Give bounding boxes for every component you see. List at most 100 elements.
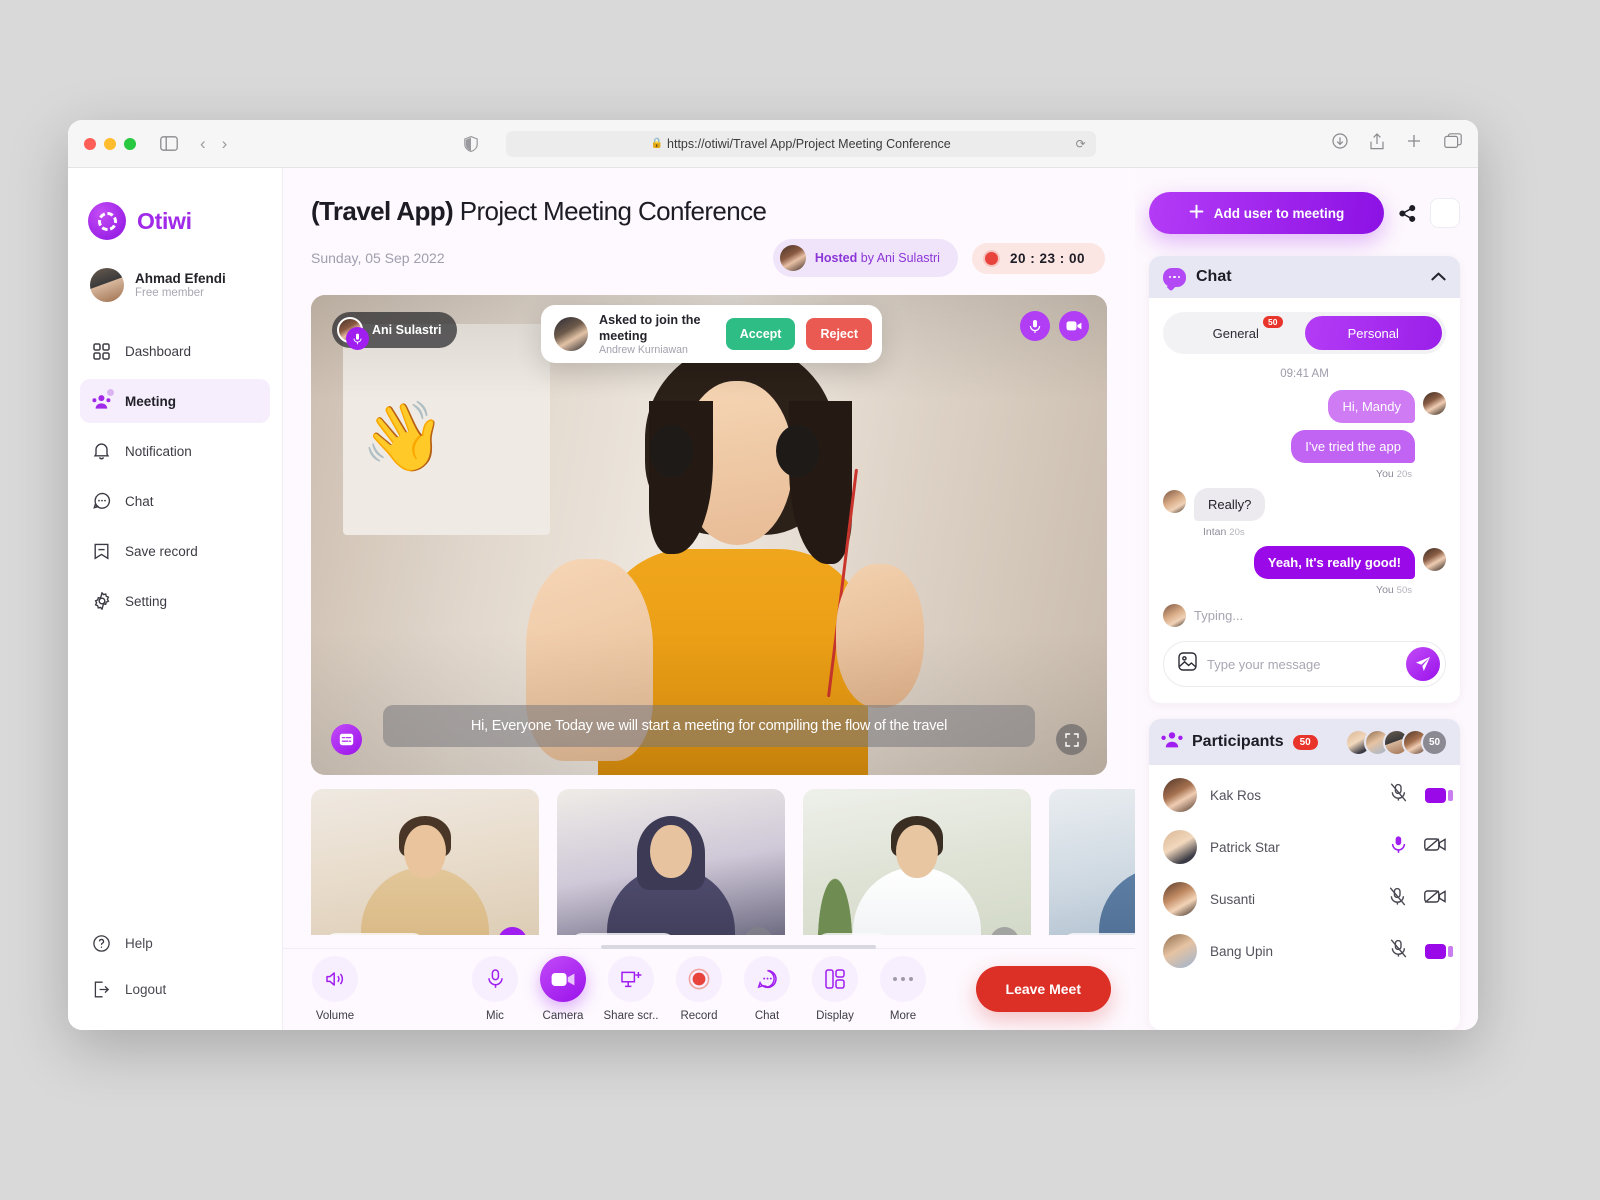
leave-meet-button[interactable]: Leave Meet — [975, 966, 1111, 1013]
toolbar-button-share-screen[interactable]: Share scr.. — [597, 956, 665, 1022]
window-traffic-lights[interactable] — [84, 137, 136, 150]
sidebar-item-meeting[interactable]: Meeting — [80, 379, 270, 423]
add-user-label: Add user to meeting — [1213, 205, 1345, 221]
meeting-date: Sunday, 05 Sep 2022 — [311, 250, 445, 266]
sidebar-item-notification[interactable]: Notification — [80, 429, 270, 473]
address-bar[interactable]: 🔒 https://otiwi/Travel App/Project Meeti… — [505, 130, 1096, 157]
fullscreen-icon[interactable] — [1056, 724, 1087, 755]
record-icon — [982, 249, 1000, 267]
reject-button[interactable]: Reject — [806, 318, 872, 350]
toolbar-button-mic[interactable]: Mic — [461, 956, 529, 1022]
chat-panel: Chat General 50 Personal 09:41 AM Hi, Ma… — [1149, 256, 1460, 703]
share-icon[interactable] — [1370, 132, 1384, 155]
thumbnail-name-chip: Hani Alfiyan — [571, 933, 676, 935]
toolbar-button-display[interactable]: Display — [801, 956, 869, 1022]
download-icon[interactable] — [1332, 133, 1348, 154]
add-user-button[interactable]: Add user to meeting — [1149, 192, 1384, 234]
sidebar-item-label: Logout — [125, 981, 167, 997]
brand-name: Otiwi — [137, 207, 192, 234]
toolbar-label: Share scr.. — [603, 1010, 659, 1023]
tab-general[interactable]: General 50 — [1167, 316, 1305, 350]
sidebar-item-chat[interactable]: Chat — [80, 479, 270, 523]
chat-input[interactable] — [1207, 656, 1396, 672]
sidebar-item-save-record[interactable]: Save record — [80, 529, 270, 573]
live-caption: Hi, Everyone Today we will start a meeti… — [383, 705, 1035, 747]
sidebar-toggle-icon[interactable] — [160, 136, 178, 151]
share-nodes-icon[interactable] — [1396, 204, 1418, 222]
main-video-tile[interactable]: 👋 Ani Sulastri Asked to join the meeting… — [311, 295, 1107, 775]
toolbar-button-camera[interactable]: Camera — [529, 956, 597, 1022]
chat-tabs: General 50 Personal — [1163, 312, 1446, 354]
image-icon[interactable] — [1178, 652, 1197, 676]
shield-icon[interactable] — [463, 135, 478, 152]
thumbnail-tile[interactable]: Hani Alfiyan — [557, 789, 785, 935]
sidebar-item-help[interactable]: Help — [80, 923, 270, 963]
minimize-window-button[interactable] — [104, 137, 116, 150]
thumbnail-tile[interactable]: Jamet — [803, 789, 1031, 935]
sidebar-item-dashboard[interactable]: Dashboard — [80, 329, 270, 373]
participants-count-badge: 50 — [1292, 734, 1318, 750]
typing-text: Typing... — [1194, 608, 1244, 623]
toolbar-button-volume[interactable]: Volume — [301, 956, 369, 1022]
toolbar-label: Volume — [315, 1010, 355, 1023]
plus-icon[interactable] — [1406, 133, 1422, 154]
thumbnails-scrollbar-thumb[interactable] — [601, 944, 876, 949]
tab-personal[interactable]: Personal — [1304, 316, 1442, 350]
screen-share-icon — [608, 956, 654, 1003]
microphone-muted-icon[interactable] — [990, 927, 1019, 935]
send-button[interactable] — [1406, 647, 1440, 681]
microphone-icon[interactable] — [1391, 835, 1406, 859]
chat-composer[interactable] — [1163, 641, 1446, 687]
video-camera-icon — [540, 956, 586, 1003]
video-camera-off-icon[interactable] — [1424, 888, 1446, 910]
microphone-icon[interactable] — [1020, 311, 1050, 341]
microphone-muted-icon[interactable] — [744, 927, 773, 935]
thumbnail-tile[interactable]: Joko Panci — [311, 789, 539, 935]
nav-arrows[interactable]: ‹ › — [200, 134, 227, 154]
thumbnail-tile[interactable]: James... — [1049, 789, 1135, 935]
right-panel: Add user to meeting ellipsis-icon Chat — [1135, 168, 1478, 1030]
maximize-window-button[interactable] — [124, 137, 136, 150]
video-camera-icon[interactable] — [1425, 787, 1453, 803]
chat-bubble: I've tried the app — [1291, 430, 1415, 463]
captions-toggle-icon[interactable] — [331, 724, 362, 755]
chevron-up-icon[interactable] — [1431, 270, 1446, 284]
toolbar-label: Chat — [754, 1010, 780, 1023]
microphone-muted-icon[interactable] — [1389, 887, 1406, 911]
reload-icon[interactable]: ⟳ — [1076, 137, 1086, 151]
microphone-muted-icon[interactable] — [1390, 939, 1407, 963]
brand[interactable]: Otiwi — [68, 190, 282, 240]
toolbar-button-record[interactable]: Record — [665, 956, 733, 1022]
participant-row[interactable]: Bang Upin — [1149, 925, 1460, 977]
browser-window: ‹ › 🔒 https://otiwi/Travel App/Project M… — [68, 120, 1478, 1030]
toolbar-label: More — [889, 1010, 917, 1023]
browser-right-icons[interactable] — [1332, 132, 1462, 155]
participant-row[interactable]: Susanti — [1149, 873, 1460, 925]
video-camera-icon[interactable] — [1425, 943, 1453, 959]
video-camera-off-icon[interactable] — [1424, 836, 1446, 858]
accept-button[interactable]: Accept — [725, 318, 796, 350]
avatar — [1423, 392, 1446, 415]
toolbar-button-more[interactable]: More — [869, 956, 937, 1022]
sidebar-item-setting[interactable]: Setting — [80, 579, 270, 623]
more-options-button[interactable]: ellipsis-icon — [1430, 198, 1460, 228]
video-camera-icon[interactable] — [1059, 311, 1089, 341]
participant-row[interactable]: Kak Ros — [1149, 769, 1460, 821]
sidebar-user[interactable]: Ahmad Efendi Free member — [68, 240, 282, 302]
thumbnails-scrollbar-track[interactable] — [311, 944, 1107, 949]
microphone-muted-icon[interactable] — [1390, 783, 1407, 807]
close-window-button[interactable] — [84, 137, 96, 150]
forward-chevron-icon[interactable]: › — [222, 134, 228, 154]
participant-row[interactable]: Patrick Star — [1149, 821, 1460, 873]
chat-messages: Hi, Mandy I've tried the app You 20s Rea… — [1149, 380, 1460, 635]
back-chevron-icon[interactable]: ‹ — [200, 134, 206, 154]
sidebar-item-logout[interactable]: Logout — [80, 969, 270, 1009]
toolbar-button-chat[interactable]: Chat — [733, 956, 801, 1022]
participant-controls — [1390, 939, 1453, 963]
avatar — [1163, 934, 1197, 968]
host-prefix: Hosted — [814, 251, 858, 265]
tab-overview-icon[interactable] — [1444, 133, 1462, 154]
participants-avatar-stack[interactable]: 50 — [1345, 728, 1448, 756]
microphone-icon[interactable] — [498, 927, 527, 935]
chat-ago: 20s — [1396, 469, 1412, 480]
